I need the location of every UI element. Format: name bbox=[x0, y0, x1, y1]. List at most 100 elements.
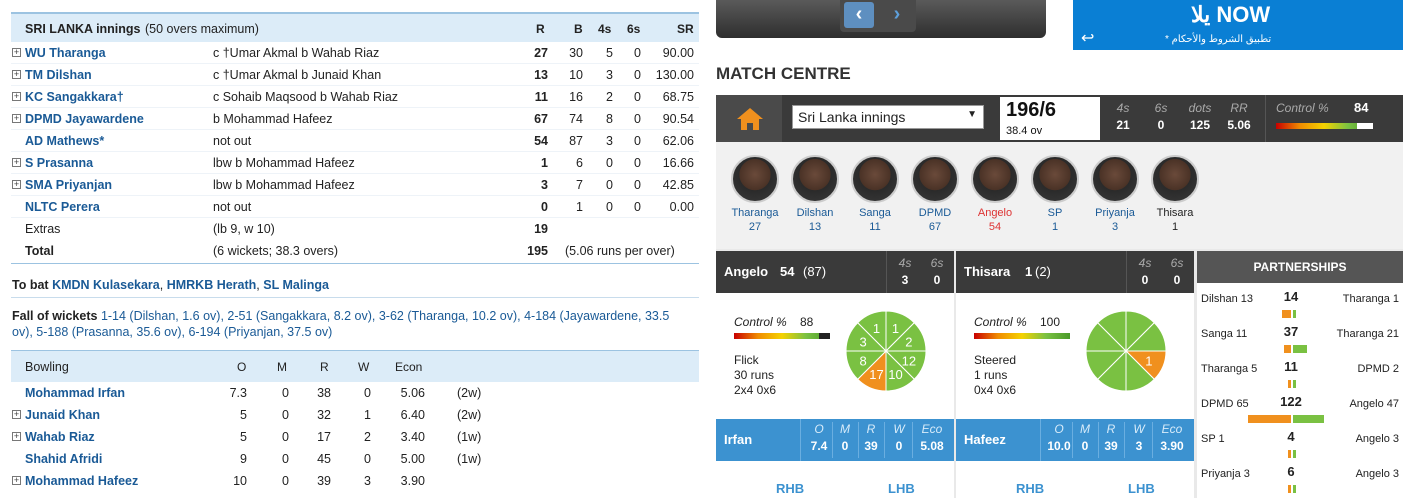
partnership-total: 6 bbox=[1287, 464, 1295, 479]
bowling-title: Bowling bbox=[25, 360, 69, 374]
col-r: R bbox=[536, 22, 545, 36]
batsman-name[interactable]: NLTC Perera bbox=[25, 200, 100, 214]
bowler-name[interactable]: Shahid Afridi bbox=[25, 452, 102, 466]
fow-line-2: ov), 5-188 (Prasanna, 35.6 ov), 6-194 (P… bbox=[12, 325, 333, 339]
maidens: 0 bbox=[282, 386, 289, 400]
batsman-name[interactable]: KC Sangakkara† bbox=[25, 90, 124, 104]
expand-icon[interactable]: + bbox=[12, 432, 21, 441]
partnership-bar-left bbox=[1283, 345, 1291, 353]
batsman-name[interactable]: DPMD Jayawardene bbox=[25, 112, 144, 126]
runs: 1 bbox=[541, 156, 548, 170]
batsman-1-shot: Flick bbox=[734, 353, 759, 367]
bowler-name[interactable]: Wahab Riaz bbox=[25, 430, 95, 444]
bowler-row: Mohammad Irfan 7.3 0 38 0 5.06 (2w) bbox=[11, 382, 699, 404]
batsman-name[interactable]: WU Tharanga bbox=[25, 46, 106, 60]
runs: 11 bbox=[534, 90, 548, 104]
strike-rate: 90.54 bbox=[662, 112, 694, 126]
batsman-name[interactable]: AD Mathews* bbox=[25, 134, 104, 148]
innings-select[interactable]: Sri Lanka innings ▼ bbox=[792, 105, 984, 129]
bowler-1-bar: Irfan O 7.4 M 0 R 39 W 0 Eco 5.08 bbox=[716, 419, 954, 461]
chevron-left-icon[interactable]: ‹ bbox=[844, 2, 874, 28]
fow-label: Fall of wickets bbox=[12, 309, 98, 323]
partnership-total: 122 bbox=[1280, 394, 1302, 409]
expand-icon[interactable]: + bbox=[12, 410, 21, 419]
match-centre-title: MATCH CENTRE bbox=[716, 64, 851, 83]
sixes: 0 bbox=[634, 68, 641, 82]
batsman-name[interactable]: TM Dilshan bbox=[25, 68, 92, 82]
partnership-total: 11 bbox=[1284, 359, 1298, 374]
sixes: 0 bbox=[634, 200, 641, 214]
player-thumb[interactable]: Priyanja 3 bbox=[1086, 155, 1144, 233]
rhb-label[interactable]: RHB bbox=[1016, 481, 1044, 496]
batsman-2-header: Thisara 1 (2) 4s 0 6s 0 bbox=[956, 251, 1194, 293]
chevron-right-icon[interactable]: › bbox=[882, 2, 912, 28]
player-thumb[interactable]: Sanga 11 bbox=[846, 155, 904, 233]
economy: 5.00 bbox=[400, 452, 425, 466]
to-bat-label: To bat bbox=[12, 278, 49, 292]
player-thumb[interactable]: SP 1 bbox=[1026, 155, 1084, 233]
sixes: 0 bbox=[634, 112, 641, 126]
batsman-2-wagon-wheel[interactable]: 1 bbox=[1084, 309, 1168, 393]
partnership-bar-right bbox=[1293, 485, 1296, 493]
balls: 74 bbox=[569, 112, 583, 126]
batsman-2-name[interactable]: Thisara bbox=[964, 264, 1010, 279]
balls: 6 bbox=[576, 156, 583, 170]
lhb-label[interactable]: LHB bbox=[1128, 481, 1155, 496]
batsman-1-6s: 6s 0 bbox=[930, 256, 944, 287]
sixes: 0 bbox=[634, 134, 641, 148]
player-thumb[interactable]: Tharanga 27 bbox=[726, 155, 784, 233]
ad-banner[interactable]: يلا NOW * تطبيق الشروط والأحكام ↩ bbox=[1073, 0, 1403, 50]
bowler-name[interactable]: Mohammad Hafeez bbox=[25, 474, 138, 488]
expand-icon[interactable]: + bbox=[12, 180, 21, 189]
expand-icon[interactable]: + bbox=[12, 70, 21, 79]
expand-icon[interactable]: + bbox=[12, 92, 21, 101]
player-name: Angelo bbox=[977, 207, 1013, 219]
batsman-name[interactable]: S Prasanna bbox=[25, 156, 93, 170]
economy: 5.06 bbox=[400, 386, 425, 400]
bowler-row: Shahid Afridi 9 0 45 0 5.00 (1w) bbox=[11, 448, 699, 470]
player-thumb[interactable]: Dilshan 13 bbox=[786, 155, 844, 233]
bowler-name[interactable]: Mohammad Irfan bbox=[25, 386, 125, 400]
bowler-2-name[interactable]: Hafeez bbox=[964, 432, 1006, 447]
expand-icon[interactable]: + bbox=[12, 114, 21, 123]
expand-icon[interactable]: + bbox=[12, 48, 21, 57]
home-button[interactable] bbox=[716, 95, 782, 142]
batsman-1-shot-boundaries: 2x4 0x6 bbox=[734, 383, 777, 397]
batsman-1-control-bar bbox=[734, 333, 830, 339]
stat-rr: RR 5.06 bbox=[1227, 101, 1251, 132]
player-thumb[interactable]: Thisara 1 bbox=[1146, 155, 1204, 233]
dropdown-arrow-icon: ▼ bbox=[967, 109, 977, 120]
extras-detail: (lb 9, w 10) bbox=[213, 222, 275, 236]
to-bat-player[interactable]: KMDN Kulasekara bbox=[52, 278, 160, 292]
player-thumb[interactable]: Angelo 54 bbox=[966, 155, 1024, 233]
bowler-1-name[interactable]: Irfan bbox=[724, 432, 752, 447]
bowler-name[interactable]: Junaid Khan bbox=[25, 408, 100, 422]
stat-4s: 4s 21 bbox=[1116, 101, 1130, 132]
avatar bbox=[851, 155, 899, 203]
lhb-label[interactable]: LHB bbox=[888, 481, 915, 496]
player-name: Tharanga bbox=[731, 207, 779, 219]
to-bat-player[interactable]: HMRKB Herath bbox=[167, 278, 257, 292]
partnership-bar-left bbox=[1288, 450, 1291, 458]
wides: (1w) bbox=[457, 430, 482, 444]
expand-icon[interactable]: + bbox=[12, 158, 21, 167]
total-detail: (6 wickets; 38.3 overs) bbox=[213, 244, 339, 258]
total-label: Total bbox=[25, 244, 54, 258]
batsman-2-balls: (2) bbox=[1035, 264, 1051, 279]
fours: 3 bbox=[606, 134, 613, 148]
bowler-stat-eco: Eco 3.90 bbox=[1160, 422, 1184, 453]
expand-icon[interactable]: + bbox=[12, 476, 21, 485]
batsman-name[interactable]: SMA Priyanjan bbox=[25, 178, 112, 192]
batsman-2-shot-runs: 1 runs bbox=[974, 368, 1008, 382]
col-m: M bbox=[277, 360, 287, 374]
back-icon[interactable]: ↩ bbox=[1081, 28, 1094, 48]
rhb-label[interactable]: RHB bbox=[776, 481, 804, 496]
batsman-1-wagon-wheel[interactable]: 12121017831 bbox=[844, 309, 928, 393]
batsman-2-6s: 6s 0 bbox=[1170, 256, 1184, 287]
economy: 3.40 bbox=[400, 430, 425, 444]
total-row: Total (6 wickets; 38.3 overs) 195 (5.06 … bbox=[11, 240, 699, 262]
batsman-2-control: 100 bbox=[1040, 315, 1061, 329]
player-thumb[interactable]: DPMD 67 bbox=[906, 155, 964, 233]
to-bat-player[interactable]: SL Malinga bbox=[263, 278, 329, 292]
batsman-1-name[interactable]: Angelo bbox=[724, 264, 768, 279]
